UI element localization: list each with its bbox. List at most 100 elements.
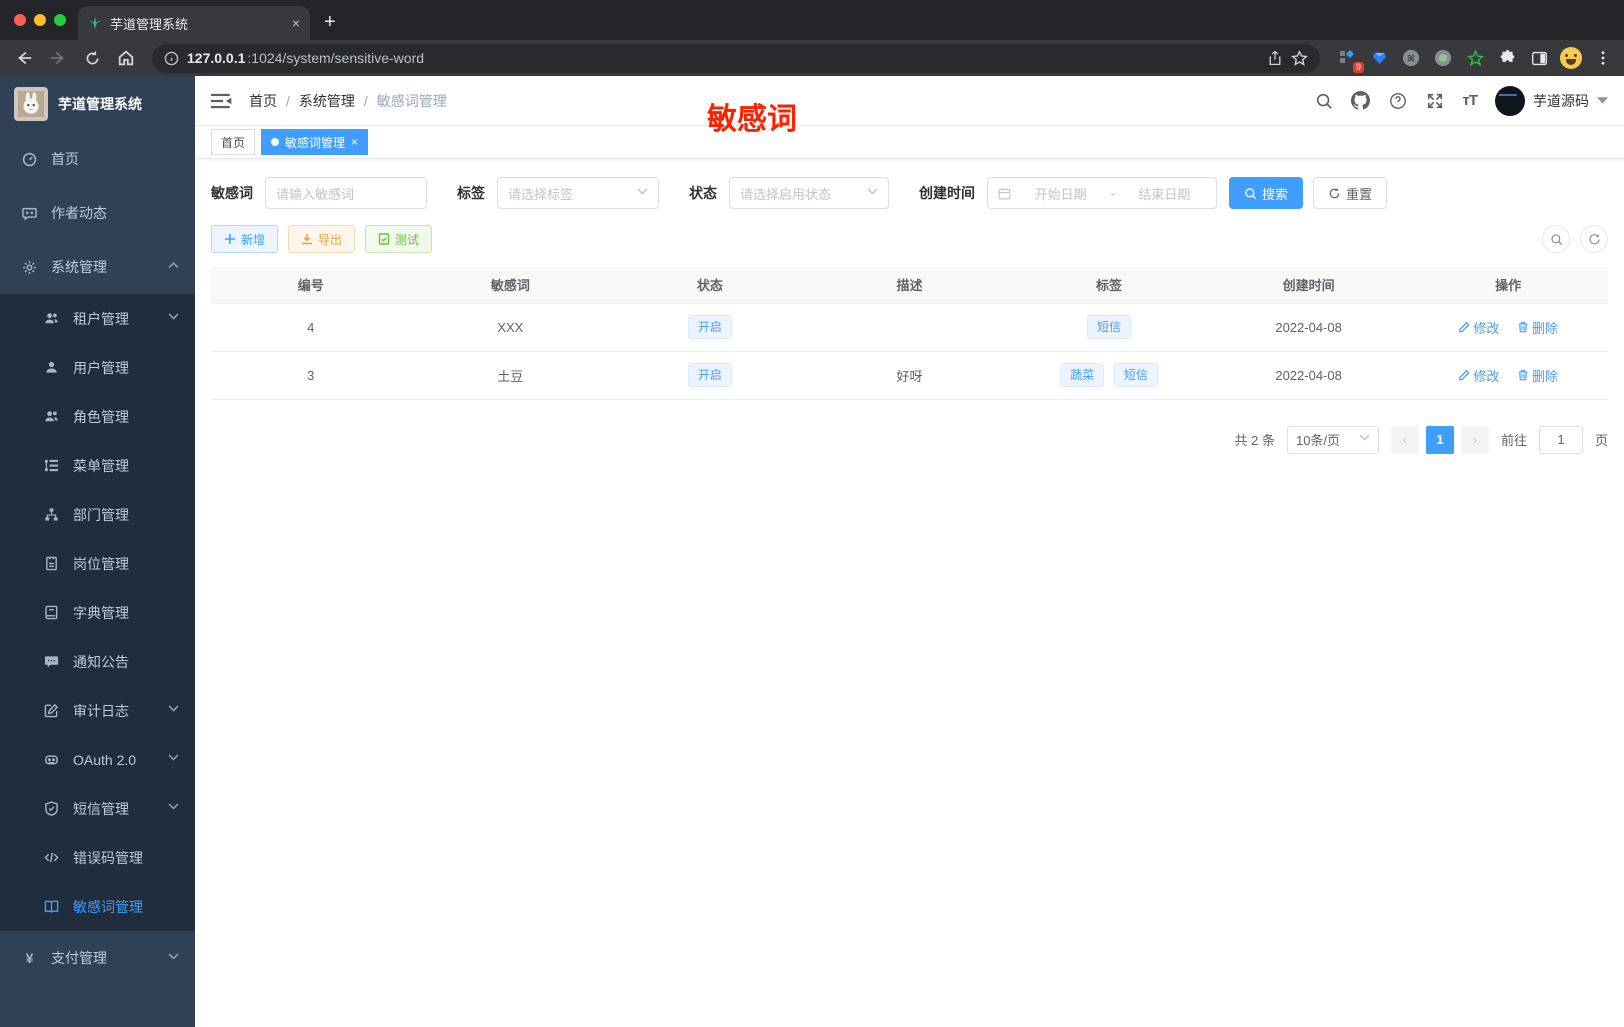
font-size-icon[interactable]: тT xyxy=(1462,92,1477,109)
extensions-puzzle-icon[interactable] xyxy=(1496,47,1518,69)
tags-view-bar: 首页 敏感词管理 × xyxy=(195,126,1624,159)
sidebar-item-post[interactable]: 岗位管理 xyxy=(0,539,195,588)
close-window-button[interactable] xyxy=(14,14,26,26)
forward-button xyxy=(44,44,72,72)
minimize-window-button[interactable] xyxy=(34,14,46,26)
col-description: 描述 xyxy=(809,267,1010,304)
extensions-area: 9 ⌘ xyxy=(1332,47,1614,73)
comment-icon xyxy=(44,654,59,669)
edit-link[interactable]: 修改 xyxy=(1458,366,1499,385)
sidebar-item-notice[interactable]: 通知公告 xyxy=(0,637,195,686)
side-panel-icon[interactable] xyxy=(1528,47,1550,69)
dashboard-icon xyxy=(22,152,37,167)
breadcrumb-home[interactable]: 首页 xyxy=(249,91,277,111)
breadcrumb-system[interactable]: 系统管理 xyxy=(299,91,355,111)
browser-menu-kebab-icon[interactable] xyxy=(1592,47,1614,69)
sidebar-item-oauth[interactable]: OAuth 2.0 xyxy=(0,735,195,784)
sidebar-item-pay[interactable]: ¥ 支付管理 xyxy=(0,931,195,985)
profile-avatar[interactable] xyxy=(1560,47,1582,69)
browser-toolbar: 127.0.0.1:1024/system/sensitive-word 9 ⌘ xyxy=(0,40,1624,76)
date-range-picker[interactable]: 开始日期 - 结束日期 xyxy=(987,177,1217,209)
robot-icon xyxy=(44,752,59,767)
share-icon[interactable] xyxy=(1267,50,1283,66)
site-info-icon[interactable] xyxy=(164,51,179,66)
keyword-input[interactable]: 请输入敏感词 xyxy=(265,177,427,209)
cell-id: 4 xyxy=(211,303,411,352)
tag-close-icon[interactable]: × xyxy=(351,135,358,149)
sidebar-item-system[interactable]: 系统管理 xyxy=(0,240,195,294)
cell-actions: 修改 删除 xyxy=(1408,351,1608,400)
bookmark-star-icon[interactable] xyxy=(1291,49,1308,67)
chevron-up-icon xyxy=(168,261,179,273)
back-button[interactable] xyxy=(10,44,38,72)
favicon-plant-icon xyxy=(88,16,102,30)
extension-command-icon[interactable]: ⌘ xyxy=(1400,47,1422,69)
refresh-button[interactable] xyxy=(1580,225,1608,253)
sidebar-item-error-code[interactable]: 错误码管理 xyxy=(0,833,195,882)
sidebar-item-sms[interactable]: 短信管理 xyxy=(0,784,195,833)
sidebar-item-menu[interactable]: 菜单管理 xyxy=(0,441,195,490)
help-icon[interactable] xyxy=(1388,91,1407,110)
chevron-down-icon xyxy=(168,953,179,964)
next-page-button[interactable]: › xyxy=(1460,425,1489,454)
sidebar-item-user[interactable]: 用户管理 xyxy=(0,343,195,392)
open-book-icon xyxy=(44,899,59,914)
browser-tab[interactable]: 芋道管理系统 × xyxy=(78,6,310,40)
create-time-label: 创建时间 xyxy=(919,185,975,201)
home-button[interactable] xyxy=(112,44,140,72)
sidebar-item-audit-log[interactable]: 审计日志 xyxy=(0,686,195,735)
new-tab-button[interactable]: + xyxy=(324,11,336,34)
prev-page-button[interactable]: ‹ xyxy=(1390,425,1419,454)
delete-link[interactable]: 删除 xyxy=(1517,318,1558,337)
sidebar-item-home[interactable]: 首页 xyxy=(0,132,195,186)
goto-page-input[interactable] xyxy=(1538,425,1583,454)
extension-record-icon[interactable] xyxy=(1432,47,1454,69)
filter-form: 敏感词 请输入敏感词 标签 请选择标签 状态 请选择启用状态 创建时间 开始日期… xyxy=(211,177,1608,209)
sidebar-item-dict[interactable]: 字典管理 xyxy=(0,588,195,637)
goto-suffix: 页 xyxy=(1594,433,1608,448)
fullscreen-icon[interactable] xyxy=(1425,91,1444,110)
add-button[interactable]: 新增 xyxy=(211,225,279,253)
sidebar-item-author-news[interactable]: 作者动态 xyxy=(0,186,195,240)
zoom-window-button[interactable] xyxy=(54,14,66,26)
reset-button[interactable]: 重置 xyxy=(1313,177,1388,209)
extension-grid-icon[interactable]: 9 xyxy=(1336,47,1364,73)
user-avatar xyxy=(1495,85,1525,116)
page-size-select[interactable]: 10条/页 xyxy=(1286,425,1379,454)
tag-select[interactable]: 请选择标签 xyxy=(497,177,659,209)
code-icon xyxy=(44,850,59,865)
gear-icon xyxy=(22,260,37,275)
search-button[interactable]: 搜索 xyxy=(1229,177,1304,209)
cell-word: 土豆 xyxy=(410,351,611,400)
collapse-sidebar-icon[interactable] xyxy=(211,90,233,112)
github-icon[interactable] xyxy=(1351,91,1371,110)
sidebar-item-tenant[interactable]: 租户管理 xyxy=(0,294,195,343)
tag-sensitive-word[interactable]: 敏感词管理 × xyxy=(261,129,369,155)
address-bar[interactable]: 127.0.0.1:1024/system/sensitive-word xyxy=(152,43,1320,73)
header-search-icon[interactable] xyxy=(1314,91,1333,110)
cell-tags: 蔬菜 短信 xyxy=(1009,351,1209,400)
reload-button[interactable] xyxy=(78,44,106,72)
export-button[interactable]: 导出 xyxy=(288,225,356,253)
page-1-button[interactable]: 1 xyxy=(1425,425,1454,454)
toggle-search-button[interactable] xyxy=(1542,225,1570,253)
tag-home[interactable]: 首页 xyxy=(211,129,256,155)
tag-badge: 短信 xyxy=(1113,363,1158,387)
edit-link[interactable]: 修改 xyxy=(1458,318,1499,337)
extension-badge: 9 xyxy=(1352,62,1364,73)
col-word: 敏感词 xyxy=(410,267,611,304)
caret-down-icon xyxy=(1597,97,1608,104)
extension-star-icon[interactable] xyxy=(1464,47,1486,69)
date-end: 结束日期 xyxy=(1138,186,1191,202)
sidebar-item-role[interactable]: 角色管理 xyxy=(0,392,195,441)
sidebar-item-sensitive-word[interactable]: 敏感词管理 xyxy=(0,882,195,931)
test-button[interactable]: 测试 xyxy=(365,225,433,253)
delete-link[interactable]: 删除 xyxy=(1517,366,1558,385)
user-menu[interactable]: 芋道源码 xyxy=(1495,85,1608,116)
tab-close-icon[interactable]: × xyxy=(292,15,300,31)
sidebar-item-dept[interactable]: 部门管理 xyxy=(0,490,195,539)
macos-window-controls[interactable] xyxy=(14,14,66,26)
app-logo-row: 芋道管理系统 xyxy=(0,76,195,132)
extension-gem-icon[interactable] xyxy=(1368,47,1390,69)
status-select[interactable]: 请选择启用状态 xyxy=(729,177,889,209)
